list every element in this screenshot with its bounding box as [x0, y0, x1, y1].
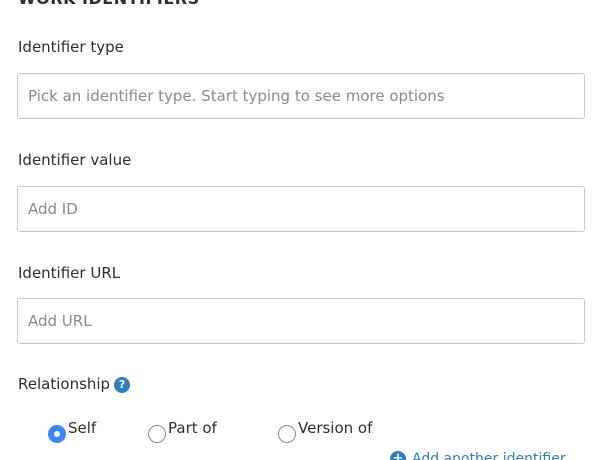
section-title: WORK IDENTIFIERS — [18, 0, 200, 8]
add-another-identifier-link[interactable]: + Add another identifier — [390, 451, 566, 460]
relationship-label: Relationship — [18, 375, 111, 393]
identifier-url-label: Identifier URL — [18, 264, 121, 282]
radio-part-of[interactable] — [148, 425, 166, 443]
radio-label-self: Self — [68, 419, 97, 437]
radio-label-version-of: Version of — [298, 419, 373, 437]
identifier-type-label: Identifier type — [18, 38, 124, 56]
identifier-value-input[interactable] — [17, 186, 585, 232]
add-another-identifier-label: Add another identifier — [412, 451, 566, 460]
radio-option-self[interactable]: Self — [48, 418, 96, 443]
work-identifiers-form: WORK IDENTIFIERS Identifier type Identif… — [0, 0, 608, 460]
question-circle-icon[interactable]: ? — [114, 377, 131, 393]
radio-option-part-of[interactable]: Part of — [148, 418, 217, 443]
radio-label-part-of: Part of — [168, 419, 217, 437]
radio-self-selected[interactable] — [48, 425, 66, 443]
identifier-value-label: Identifier value — [18, 151, 132, 169]
plus-circle-icon: + — [390, 451, 406, 460]
identifier-type-input[interactable] — [17, 73, 585, 119]
radio-option-version-of[interactable]: Version of — [278, 418, 372, 443]
relationship-label-row: Relationship? — [18, 375, 131, 393]
radio-version-of[interactable] — [278, 425, 296, 443]
identifier-url-input[interactable] — [17, 298, 585, 344]
